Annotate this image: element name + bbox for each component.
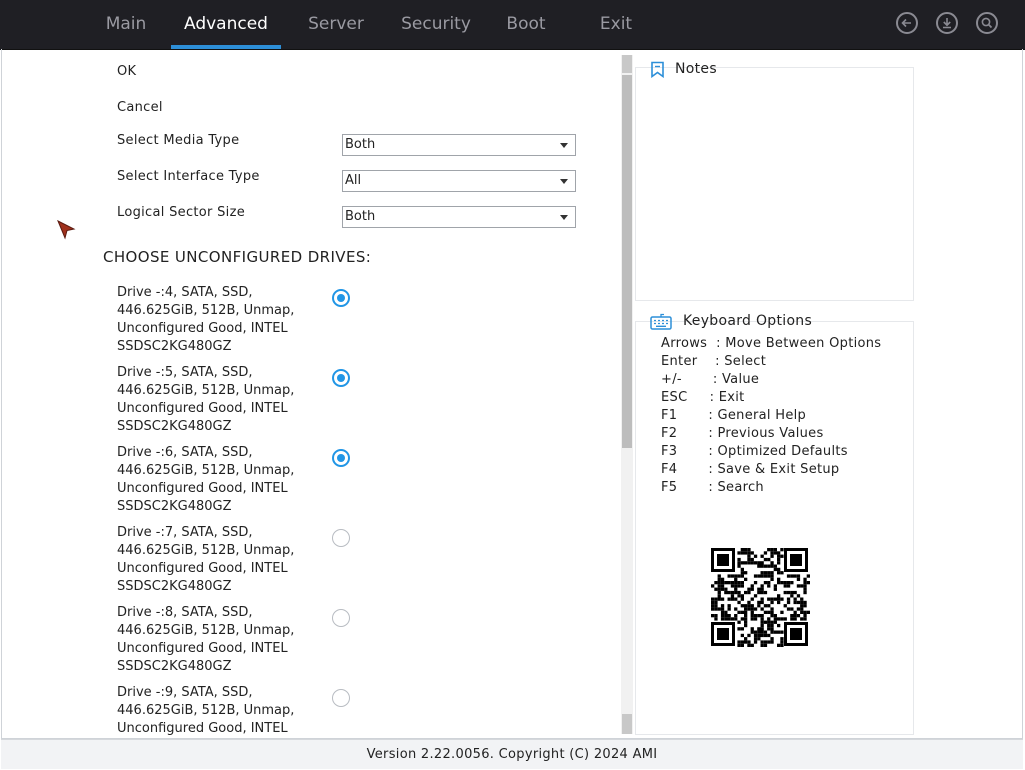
qr-code-icon [700,536,821,656]
drive-item: Drive -:4, SATA, SSD, 446.625GiB, 512B, … [117,285,295,354]
keyboard-hint: F3 : Optimized Defaults [661,444,848,459]
media-type-value: Both [345,137,376,152]
keyboard-hint: ESC : Exit [661,390,745,405]
drive-radio[interactable] [332,449,350,467]
notes-panel [635,67,914,301]
media-type-label: Select Media Type [117,133,240,148]
section-title: CHOOSE UNCONFIGURED DRIVES: [103,248,372,266]
chevron-down-icon [560,215,568,220]
bookmark-icon [651,61,664,78]
keyboard-hint: F4 : Save & Exit Setup [661,462,840,477]
sector-size-value: Both [345,209,376,224]
tab-boot[interactable]: Boot [497,0,555,49]
sector-size-label: Logical Sector Size [117,205,246,220]
back-icon[interactable] [896,12,918,34]
drive-radio[interactable] [332,289,350,307]
top-nav-bar: Main Advanced Server Security Boot Exit [0,0,1025,50]
drive-item: Drive -:9, SATA, SSD, 446.625GiB, 512B, … [117,685,295,735]
media-type-select[interactable]: Both [342,134,576,156]
tab-advanced[interactable]: Advanced [171,0,281,49]
interface-type-value: All [345,173,362,188]
tab-main[interactable]: Main [96,0,156,49]
download-icon[interactable] [936,12,958,34]
main-settings-panel: OK Cancel Select Media Type Both Select … [102,55,622,735]
drive-item: Drive -:6, SATA, SSD, 446.625GiB, 512B, … [117,445,295,514]
scroll-down-button[interactable] [622,714,632,734]
search-icon[interactable] [976,12,998,34]
drive-item: Drive -:7, SATA, SSD, 446.625GiB, 512B, … [117,525,295,594]
cancel-button[interactable]: Cancel [117,100,163,115]
drive-radio[interactable] [332,609,350,627]
scrollbar-thumb[interactable] [622,75,632,448]
keyboard-hint: F2 : Previous Values [661,426,824,441]
interface-type-select[interactable]: All [342,170,576,192]
drive-radio[interactable] [332,369,350,387]
notes-title: Notes [675,61,717,77]
interface-type-label: Select Interface Type [117,169,260,184]
mouse-cursor-icon [57,220,76,240]
drive-radio[interactable] [332,689,350,707]
tab-security[interactable]: Security [392,0,480,49]
keyboard-hint: Enter : Select [661,354,767,369]
keyboard-hint: Arrows : Move Between Options [661,336,882,351]
keyboard-hint: +/- : Value [661,372,760,387]
keyboard-hint: F1 : General Help [661,408,807,423]
drive-radio[interactable] [332,529,350,547]
drive-item: Drive -:8, SATA, SSD, 446.625GiB, 512B, … [117,605,295,674]
keyboard-icon [650,313,672,330]
main-scrollbar[interactable] [621,55,633,734]
sector-size-select[interactable]: Both [342,206,576,228]
scroll-up-button[interactable] [622,55,632,73]
footer-version: Version 2.22.0056. Copyright (C) 2024 AM… [1,739,1023,769]
keyboard-options-title: Keyboard Options [683,313,813,329]
drive-item: Drive -:5, SATA, SSD, 446.625GiB, 512B, … [117,365,295,434]
chevron-down-icon [560,179,568,184]
ok-button[interactable]: OK [117,64,136,79]
keyboard-hint: F5 : Search [661,480,764,495]
tab-server[interactable]: Server [300,0,372,49]
chevron-down-icon [560,143,568,148]
tab-exit[interactable]: Exit [590,0,642,49]
